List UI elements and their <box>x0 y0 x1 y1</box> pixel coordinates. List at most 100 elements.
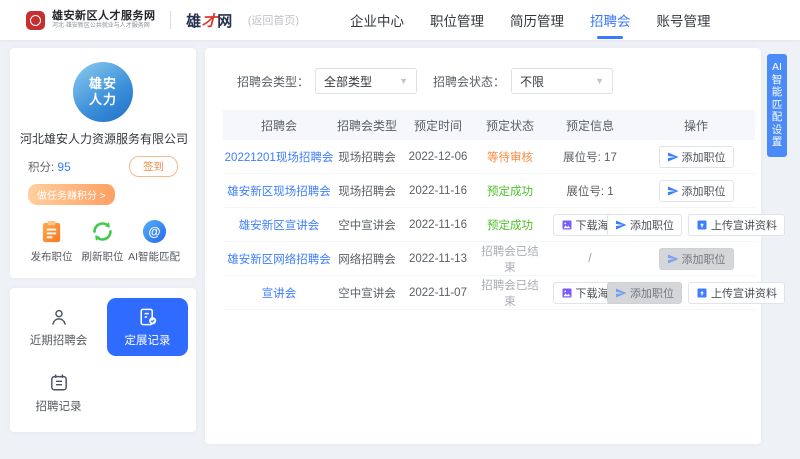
button-label: 添加职位 <box>682 251 726 267</box>
ai-match-settings-char: 设 <box>772 124 783 137</box>
chevron-down-icon: ▼ <box>399 76 408 86</box>
booking-time-cell: 2022-11-07 <box>399 287 477 299</box>
table-row: 雄安新区现场招聘会现场招聘会2022-11-16预定成功展位号: 1添加职位 <box>223 174 755 208</box>
nav-item-企业中心[interactable]: 企业中心 <box>350 0 404 40</box>
fair-link[interactable]: 20221201现场招聘会 <box>225 149 334 165</box>
brand-subtitle: 河北·雄安新区公共就业与人才服务网 <box>52 23 150 30</box>
table-row: 宣讲会空中宣讲会2022-11-07招聘会已结束下载海报添加职位上传宣讲资料 <box>223 276 755 310</box>
brand-text: 雄安新区人才服务网 河北·雄安新区公共就业与人才服务网 <box>52 10 158 29</box>
booking-info-cell: / <box>543 253 637 265</box>
ai-match-settings-char: 能 <box>772 86 783 99</box>
points: 积分: 95 <box>28 159 71 175</box>
fair-status-filter: 招聘会状态： 不限 ▼ <box>433 68 613 94</box>
sidebar-menu-card: 近期招聘会 定展记录招聘记录 <box>10 288 196 432</box>
column-header: 预定时间 <box>399 117 477 134</box>
add-job-button[interactable]: 添加职位 <box>607 282 682 304</box>
fair-type-cell: 空中宣讲会 <box>335 217 399 233</box>
poster-icon <box>561 287 573 299</box>
status-text: 招聘会已结束 <box>477 243 543 275</box>
quick-action-AI智能匹配[interactable]: @AI智能匹配 <box>128 219 180 264</box>
nav-item-账号管理[interactable]: 账号管理 <box>657 0 711 40</box>
booking-time-cell: 2022-11-16 <box>399 219 477 231</box>
fair-type-cell: 空中宣讲会 <box>335 285 399 301</box>
fair-type-label: 招聘会类型： <box>237 73 309 90</box>
status-text: 预定成功 <box>487 183 533 199</box>
button-label: 添加职位 <box>630 285 674 301</box>
booking-info-cell: 展位号: 17 <box>543 149 637 165</box>
nav-item-招聘会[interactable]: 招聘会 <box>590 0 631 40</box>
fair-link[interactable]: 雄安新区网络招聘会 <box>227 251 331 267</box>
actions-cell: 添加职位上传宣讲资料 <box>637 282 755 304</box>
booth-info: / <box>588 253 591 265</box>
add-job-button[interactable]: 添加职位 <box>659 146 734 168</box>
fair-link[interactable]: 雄安新区宣讲会 <box>239 217 320 233</box>
filters-row: 招聘会类型： 全部类型 ▼ 招聘会状态： 不限 ▼ <box>237 68 755 94</box>
booking-doc-icon <box>137 306 159 328</box>
brand: 雄安新区人才服务网 河北·雄安新区公共就业与人才服务网 雄才网 (返回首页) <box>26 10 299 31</box>
status-text: 等待审核 <box>487 149 533 165</box>
column-header: 招聘会类型 <box>335 117 399 134</box>
fair-type-value: 全部类型 <box>324 73 372 90</box>
upload-material-button[interactable]: 上传宣讲资料 <box>688 282 785 304</box>
fair-link[interactable]: 雄安新区现场招聘会 <box>227 183 331 199</box>
upload-icon <box>696 219 708 231</box>
xiongcai-logo-char: 网 <box>217 10 233 31</box>
brand-divider <box>170 11 171 29</box>
button-label: 上传宣讲资料 <box>711 285 777 301</box>
fair-type-cell: 现场招聘会 <box>335 183 399 199</box>
fair-table: 招聘会招聘会类型预定时间预定状态预定信息操作 20221201现场招聘会现场招聘… <box>223 110 755 310</box>
actions-cell: 添加职位上传宣讲资料 <box>637 214 755 236</box>
plane-icon <box>615 219 627 231</box>
add-job-button[interactable]: 添加职位 <box>659 180 734 202</box>
actions-cell: 添加职位 <box>637 248 755 270</box>
nav-item-职位管理[interactable]: 职位管理 <box>430 0 484 40</box>
avatar-text-line1: 雄安 <box>89 76 117 92</box>
fair-link[interactable]: 宣讲会 <box>262 285 297 301</box>
table-row: 雄安新区网络招聘会网络招聘会2022-11-13招聘会已结束 / 添加职位 <box>223 242 755 276</box>
ai-match-settings-char: 智 <box>772 74 783 87</box>
plane-icon <box>667 185 679 197</box>
sidebar-item-定展记录[interactable]: 定展记录 <box>107 298 188 356</box>
sidebar-item-label: 近期招聘会 <box>30 332 88 348</box>
booking-time-cell: 2022-12-06 <box>399 151 477 163</box>
chevron-down-icon: ▼ <box>595 76 604 86</box>
sidebar-item-近期招聘会[interactable]: 近期招聘会 <box>18 298 99 356</box>
table-body: 20221201现场招聘会现场招聘会2022-12-06等待审核展位号: 17添… <box>223 140 755 310</box>
quick-action-发布职位[interactable]: 发布职位 <box>26 219 77 264</box>
booth-info: 展位号: 1 <box>566 183 613 199</box>
booking-time-cell: 2022-11-13 <box>399 253 477 265</box>
column-header: 预定状态 <box>477 117 543 134</box>
fair-type-select[interactable]: 全部类型 ▼ <box>315 68 417 94</box>
upload-material-button[interactable]: 上传宣讲资料 <box>688 214 785 236</box>
fair-name-cell: 雄安新区宣讲会 <box>223 217 335 233</box>
add-job-button[interactable]: 添加职位 <box>607 214 682 236</box>
quick-action-刷新职位[interactable]: 刷新职位 <box>77 219 128 264</box>
page: 雄安新区人才服务网 河北·雄安新区公共就业与人才服务网 雄才网 (返回首页) 企… <box>0 0 800 459</box>
booking-status-cell: 预定成功 <box>477 183 543 199</box>
avatar-text-line2: 人力 <box>89 92 117 108</box>
sidebar-item-招聘记录[interactable]: 招聘记录 <box>18 364 99 422</box>
person-icon <box>48 306 70 328</box>
back-home-link[interactable]: (返回首页) <box>248 12 299 28</box>
fair-type-cell: 网络招聘会 <box>335 251 399 267</box>
button-label: 上传宣讲资料 <box>711 217 777 233</box>
refresh-icon <box>90 219 115 244</box>
brand-title: 雄安新区人才服务网 <box>52 10 158 22</box>
add-job-button[interactable]: 添加职位 <box>659 248 734 270</box>
booking-info-cell: 展位号: 1 <box>543 183 637 199</box>
checkin-button[interactable]: 签到 <box>129 156 178 177</box>
record-list-icon <box>48 372 70 394</box>
button-label: 添加职位 <box>682 149 726 165</box>
xiongcai-logo-char: 才 <box>202 10 218 31</box>
nav-item-简历管理[interactable]: 简历管理 <box>510 0 564 40</box>
brand-seal-icon <box>26 11 45 30</box>
ai-match-settings-char: AI <box>772 61 782 74</box>
actions-cell: 添加职位 <box>637 146 755 168</box>
ai-match-settings-tab[interactable]: AI智能匹配设置 <box>767 54 787 157</box>
main-content: 招聘会类型： 全部类型 ▼ 招聘会状态： 不限 ▼ 招聘会招聘会类型预定时间预定… <box>205 48 761 444</box>
plane-icon <box>667 253 679 265</box>
top-header: 雄安新区人才服务网 河北·雄安新区公共就业与人才服务网 雄才网 (返回首页) 企… <box>0 0 800 40</box>
fair-type-cell: 现场招聘会 <box>335 149 399 165</box>
fair-status-select[interactable]: 不限 ▼ <box>511 68 613 94</box>
earn-points-button[interactable]: 做任务赚积分 > <box>28 184 115 205</box>
